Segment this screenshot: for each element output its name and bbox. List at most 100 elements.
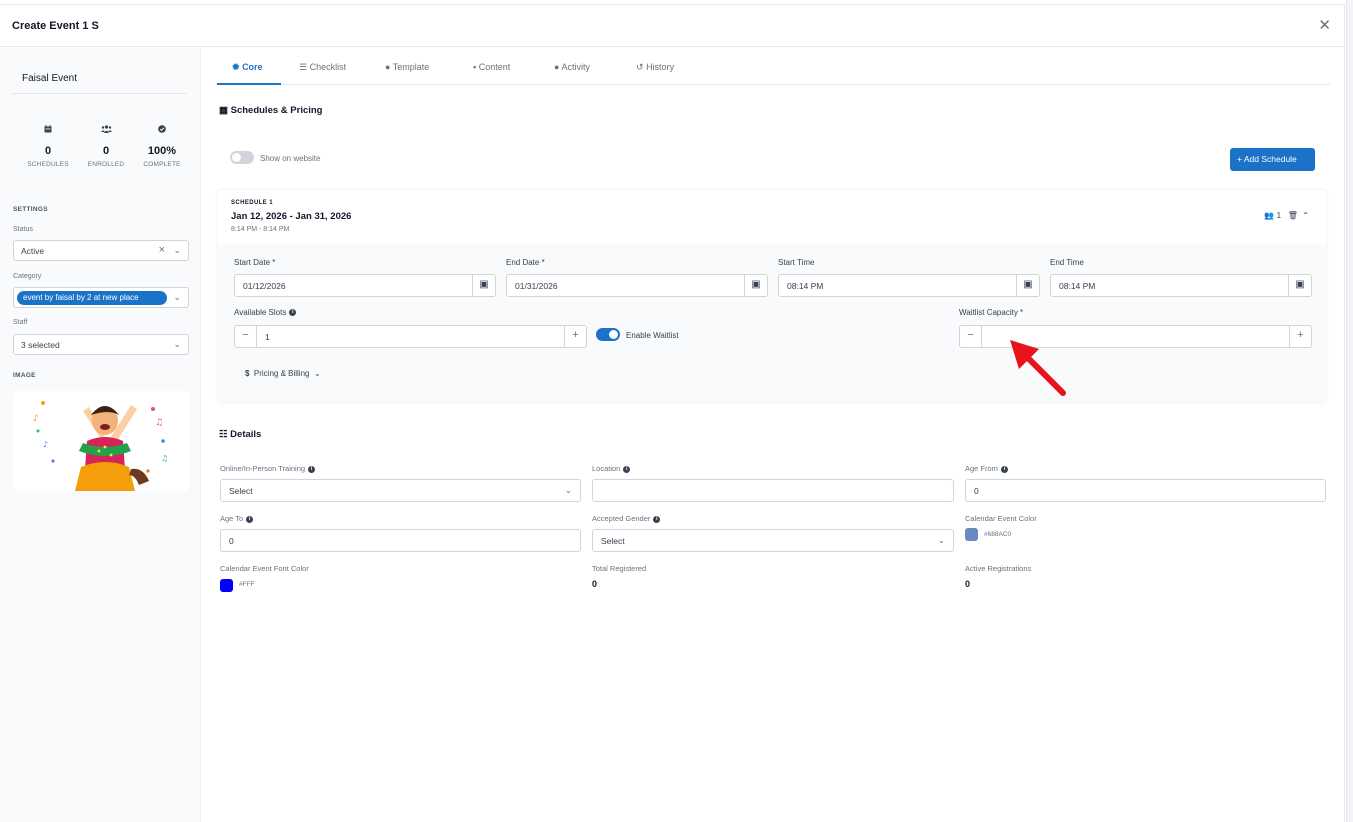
- end-time-input[interactable]: 08:14 PM ▣: [1050, 274, 1312, 297]
- decrement-button[interactable]: −: [960, 326, 982, 347]
- check-circle-icon: [132, 125, 192, 137]
- background-window-edge: [1346, 0, 1353, 822]
- history-icon: ↺: [636, 62, 644, 72]
- svg-text:♫: ♫: [155, 418, 163, 428]
- tab-label: Core: [242, 62, 263, 72]
- age-to-input[interactable]: 0: [220, 529, 581, 552]
- tab-label: Template: [392, 62, 430, 72]
- training-value: Select: [229, 486, 253, 496]
- available-slots-label: Available Slots i: [234, 308, 297, 317]
- calendar-icon: ▦: [219, 105, 228, 116]
- staff-value: 3 selected: [21, 340, 60, 350]
- event-name: Faisal Event: [22, 73, 78, 84]
- enable-waitlist-toggle[interactable]: [596, 328, 620, 341]
- chevron-down-icon[interactable]: ⌄: [173, 245, 181, 256]
- info-icon: i: [246, 515, 254, 523]
- tab-activity[interactable]: ● Activity: [554, 62, 590, 72]
- details-heading: ☷ Details: [219, 429, 261, 440]
- label-text: Age From: [965, 464, 998, 473]
- event-image[interactable]: ♪ ♫ ♪ ♫: [13, 391, 189, 491]
- trash-icon[interactable]: 🗑: [1288, 211, 1298, 220]
- info-icon: i: [1000, 465, 1008, 473]
- svg-text:♪: ♪: [43, 440, 48, 449]
- close-icon[interactable]: ✕: [1318, 16, 1331, 34]
- chevron-down-icon[interactable]: ⌄: [173, 339, 181, 350]
- training-select[interactable]: Select ⌄: [220, 479, 581, 502]
- calendar-icon[interactable]: ▣: [744, 275, 767, 296]
- tab-history[interactable]: ↺ History: [636, 62, 674, 73]
- calendar-icon[interactable]: ▣: [1016, 275, 1039, 296]
- dollar-icon: $: [245, 369, 250, 378]
- font-color-swatch[interactable]: [220, 579, 233, 592]
- stat-schedules: 0 SCHEDULES: [18, 125, 78, 168]
- category-label: Category: [13, 273, 42, 280]
- tab-content[interactable]: ▪ Content: [473, 62, 510, 72]
- chevron-down-icon: ⌄: [937, 535, 945, 545]
- increment-button[interactable]: +: [1289, 326, 1311, 347]
- tab-label: Activity: [561, 62, 590, 72]
- total-registered-value: 0: [592, 579, 598, 589]
- stat-enrolled: 0 ENROLLED: [76, 125, 136, 168]
- gear-icon: ✹: [232, 62, 240, 72]
- image-heading: IMAGE: [13, 372, 36, 379]
- toggle-knob: [232, 153, 241, 162]
- chevron-down-icon[interactable]: ⌄: [173, 292, 181, 303]
- tab-template[interactable]: ● Template: [385, 62, 429, 72]
- tab-checklist[interactable]: ☰ Checklist: [299, 62, 346, 73]
- show-on-website-toggle[interactable]: [230, 151, 254, 164]
- svg-text:♫: ♫: [161, 454, 168, 463]
- staff-select[interactable]: 3 selected ⌄: [13, 334, 189, 355]
- category-chip[interactable]: event by faisal by 2 at new place: [17, 291, 167, 305]
- accepted-gender-select[interactable]: Select ⌄: [592, 529, 954, 552]
- location-input[interactable]: [592, 479, 954, 502]
- waitlist-capacity-label: Waitlist Capacity *: [959, 308, 1024, 317]
- stat-value: 100%: [147, 145, 177, 157]
- start-time-input[interactable]: 08:14 PM ▣: [778, 274, 1040, 297]
- schedule-form: Start Date * 01/12/2026 ▣ End Date * 01/…: [218, 244, 1326, 402]
- start-date-input[interactable]: 01/12/2026 ▣: [234, 274, 496, 297]
- main-content: ✹ Core ☰ Checklist ● Template ▪ Content …: [201, 48, 1345, 822]
- divider: [12, 93, 187, 94]
- schedule-controls: 👥 1 🗑 ⌃: [1264, 211, 1309, 220]
- gender-value: Select: [601, 536, 625, 546]
- pricing-billing-toggle[interactable]: $ Pricing & Billing ⌄: [245, 369, 321, 378]
- chevron-down-icon: ⌄: [564, 485, 572, 495]
- show-on-website-label: Show on website: [260, 154, 321, 163]
- category-select[interactable]: event by faisal by 2 at new place ⌄: [13, 287, 189, 308]
- tab-label: History: [646, 62, 675, 72]
- calendar-icon[interactable]: ▣: [1288, 275, 1311, 296]
- svg-text:♪: ♪: [33, 414, 39, 424]
- clear-icon[interactable]: ×: [159, 244, 165, 256]
- annotation-arrow: [1010, 340, 1066, 396]
- stat-value: 0: [102, 145, 110, 157]
- calendar-color-swatch[interactable]: [965, 528, 978, 541]
- decrement-button[interactable]: −: [235, 326, 257, 347]
- chevron-up-icon[interactable]: ⌃: [1302, 211, 1309, 220]
- increment-button[interactable]: +: [564, 326, 586, 347]
- end-date-input[interactable]: 01/31/2026 ▣: [506, 274, 768, 297]
- calendar-color-label: Calendar Event Color: [965, 514, 1037, 523]
- staff-label: Staff: [13, 319, 28, 326]
- info-icon: i: [289, 309, 297, 317]
- calendar-icon[interactable]: ▣: [472, 275, 495, 296]
- training-label: Online/In-Person Training i: [220, 464, 316, 473]
- label-text: Location: [592, 464, 621, 473]
- add-schedule-button[interactable]: + Add Schedule: [1230, 148, 1315, 171]
- start-date-label: Start Date *: [234, 258, 276, 267]
- start-time-label: Start Time: [778, 258, 815, 267]
- heading-text: Details: [230, 429, 262, 440]
- schedule-dates: Jan 12, 2026 - Jan 31, 2026: [231, 211, 352, 222]
- age-to-value: 0: [229, 536, 234, 546]
- tab-core[interactable]: ✹ Core: [232, 62, 263, 73]
- stat-value: 0: [44, 145, 52, 157]
- create-event-modal: Create Event 1 S ✕ Faisal Event 0 SCHEDU…: [0, 4, 1345, 822]
- file-icon: ▪: [473, 62, 477, 72]
- chat-icon: ●: [554, 62, 560, 72]
- available-slots-stepper[interactable]: − 1 +: [234, 325, 587, 348]
- status-select[interactable]: Active × ⌄: [13, 240, 189, 261]
- slots-value: 1: [265, 332, 270, 342]
- modal-title: Create Event 1 S: [12, 20, 99, 32]
- stat-label: COMPLETE: [143, 161, 181, 168]
- end-date-value: 01/31/2026: [515, 281, 558, 291]
- age-from-input[interactable]: 0: [965, 479, 1326, 502]
